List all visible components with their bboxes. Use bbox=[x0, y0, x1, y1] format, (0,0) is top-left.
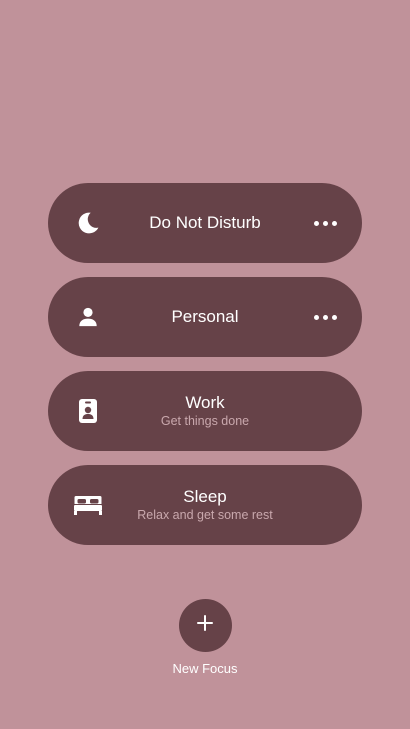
bed-icon bbox=[72, 489, 104, 521]
focus-subtitle: Relax and get some rest bbox=[137, 508, 273, 522]
focus-title: Do Not Disturb bbox=[149, 213, 261, 232]
focus-work[interactable]: Work Get things done bbox=[48, 371, 362, 451]
new-focus: New Focus bbox=[0, 599, 410, 677]
moon-icon bbox=[72, 207, 104, 239]
focus-subtitle: Get things done bbox=[160, 414, 250, 428]
more-options-icon[interactable] bbox=[310, 303, 340, 331]
focus-sleep[interactable]: Sleep Relax and get some rest bbox=[48, 465, 362, 545]
focus-title: Work bbox=[185, 393, 225, 412]
plus-icon bbox=[196, 614, 214, 637]
more-options-icon[interactable] bbox=[310, 209, 340, 237]
focus-title: Personal bbox=[171, 307, 239, 326]
new-focus-button[interactable] bbox=[178, 599, 232, 652]
badge-icon bbox=[72, 395, 104, 427]
focus-do-not-disturb[interactable]: Do Not Disturb bbox=[48, 183, 362, 263]
person-icon bbox=[72, 301, 104, 333]
focus-personal[interactable]: Personal bbox=[48, 277, 362, 357]
new-focus-label: New Focus bbox=[172, 661, 238, 676]
focus-mode-list: Do Not Disturb Personal Work Get things … bbox=[48, 183, 362, 559]
focus-title: Sleep bbox=[183, 487, 227, 506]
